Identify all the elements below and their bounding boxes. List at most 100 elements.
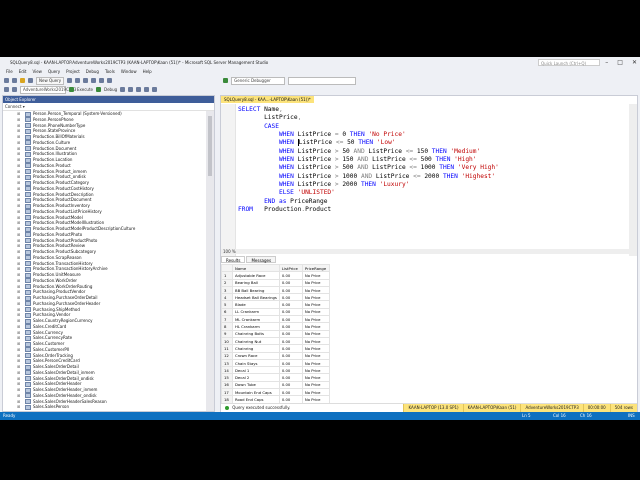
grid-cell[interactable]: Chainring Nut	[232, 336, 280, 346]
save-icon[interactable]	[28, 78, 33, 83]
menu-view[interactable]: View	[29, 68, 45, 76]
menu-window[interactable]: Window	[118, 68, 140, 76]
maximize-button[interactable]: □	[617, 57, 623, 68]
object-explorer-tree[interactable]: ⊞ Person.Person_Temporal (System-Versione…	[3, 111, 206, 411]
grid-cell[interactable]: No Price	[301, 380, 330, 390]
grid-cell[interactable]: Chainring	[232, 344, 280, 353]
grid-cell[interactable]: 0.00	[278, 293, 303, 302]
grid-cell[interactable]: 0.00	[278, 351, 303, 360]
grid-cell[interactable]: Decal 1	[232, 366, 280, 375]
execute-icon[interactable]	[69, 87, 74, 92]
grid-cell[interactable]: Blade	[232, 300, 280, 309]
menu-tools[interactable]: Tools	[102, 68, 118, 76]
grid-cell[interactable]: Decal 2	[232, 373, 280, 382]
comment-icon[interactable]	[144, 87, 150, 92]
sql-code[interactable]: SELECT Name, ListPrice, CASE WHEN ListPr…	[238, 106, 499, 214]
row-number[interactable]: 2	[221, 278, 233, 287]
grid-cell[interactable]: No Price	[301, 278, 330, 287]
grid-cell[interactable]: Crown Race	[232, 351, 280, 360]
table-row[interactable]: 3 BB Ball Bearing 0.00 No Price	[221, 285, 330, 295]
menu-query[interactable]: Query	[45, 68, 63, 76]
table-row[interactable]: 14 Decal 1 0.00 No Price	[221, 366, 330, 375]
table-row[interactable]: 12 Crown Race 0.00 No Price	[221, 351, 330, 360]
forward-icon[interactable]	[12, 78, 17, 83]
table-row[interactable]: 6 LL Crankarm 0.00 No Price	[221, 307, 330, 317]
quick-launch-input[interactable]: Quick Launch (Ctrl+Q)	[538, 59, 600, 66]
menu-debug[interactable]: Debug	[83, 68, 102, 76]
column-header-name[interactable]: Name	[232, 264, 280, 273]
grid-cell[interactable]: Bearing Ball	[232, 278, 280, 287]
undo-icon[interactable]	[99, 78, 105, 83]
table-row[interactable]: 1 Adjustable Race 0.00 No Price	[221, 271, 330, 280]
row-number[interactable]: 4	[221, 293, 233, 302]
row-number[interactable]: 14	[221, 366, 233, 375]
row-number[interactable]: 5	[221, 300, 233, 309]
row-number[interactable]: 18	[221, 395, 233, 403]
menu-project[interactable]: Project	[63, 68, 83, 76]
redo-icon[interactable]	[107, 78, 113, 83]
new-project-icon[interactable]	[20, 78, 25, 83]
grid-cell[interactable]: Mountain End Caps	[232, 388, 280, 397]
grid-cell[interactable]: No Price	[301, 322, 330, 331]
grid-cell[interactable]: 0.00	[278, 395, 303, 403]
sql-editor[interactable]: SELECT Name, ListPrice, CASE WHEN ListPr…	[221, 104, 637, 256]
grid-cell[interactable]: 0.00	[278, 373, 303, 382]
results-grid-icon[interactable]	[136, 87, 142, 92]
change-connection-icon[interactable]	[12, 87, 17, 92]
results-grid[interactable]: Name ListPrice PriceRange 1 Adjustable Ra…	[221, 264, 637, 403]
table-row[interactable]: 2 Bearing Ball 0.00 No Price	[221, 278, 330, 287]
search-combo[interactable]	[288, 76, 357, 85]
grid-cell[interactable]: No Price	[301, 315, 330, 324]
expand-icon[interactable]: ⊞	[17, 404, 20, 410]
parse-icon[interactable]	[128, 87, 134, 92]
grid-cell[interactable]: No Price	[301, 388, 330, 397]
paste-icon[interactable]	[91, 78, 97, 83]
debugger-select[interactable]: Generic Debugger	[231, 76, 286, 85]
grid-cell[interactable]: 0.00	[278, 358, 303, 368]
grid-cell[interactable]: No Price	[301, 366, 330, 375]
tab-messages[interactable]: Messages	[246, 256, 277, 263]
grid-cell[interactable]: LL Crankarm	[232, 307, 280, 317]
table-row[interactable]: 8 HL Crankarm 0.00 No Price	[221, 322, 330, 331]
grid-cell[interactable]: Road End Caps	[232, 395, 280, 403]
row-number[interactable]: 6	[221, 307, 233, 317]
grid-cell[interactable]: 0.00	[278, 307, 303, 317]
grid-cell[interactable]: No Price	[301, 351, 330, 360]
object-explorer-scrollbar[interactable]	[206, 111, 214, 411]
table-row[interactable]: 18 Road End Caps 0.00 No Price	[221, 395, 330, 403]
table-row[interactable]: 9 Chainring Bolts 0.00 No Price	[221, 329, 330, 338]
grid-cell[interactable]: No Price	[301, 373, 330, 382]
grid-cell[interactable]: HL Crankarm	[232, 322, 280, 331]
grid-cell[interactable]: No Price	[301, 358, 330, 368]
table-row[interactable]: 4 Headset Ball Bearings 0.00 No Price	[221, 293, 330, 302]
row-number[interactable]: 3	[221, 285, 233, 295]
grid-cell[interactable]: 0.00	[278, 300, 303, 309]
connect-dropdown[interactable]: Connect ▾	[5, 104, 25, 109]
table-row[interactable]: 17 Mountain End Caps 0.00 No Price	[221, 388, 330, 397]
new-query-button[interactable]: New Query	[36, 76, 65, 85]
grid-cell[interactable]: No Price	[301, 329, 330, 338]
grid-cell[interactable]: No Price	[301, 307, 330, 317]
menu-help[interactable]: Help	[140, 68, 155, 76]
grid-cell[interactable]: Headset Ball Bearings	[232, 293, 280, 302]
table-row[interactable]: 15 Decal 2 0.00 No Price	[221, 373, 330, 382]
indent-icon[interactable]	[152, 87, 158, 92]
tab-sqlquery8[interactable]: SQLQuery8.sql - KAA...-LAPTOP\Kaan (51))…	[221, 96, 314, 103]
copy-icon[interactable]	[83, 78, 89, 83]
connect-icon[interactable]	[4, 87, 9, 92]
menu-edit[interactable]: Edit	[16, 68, 30, 76]
row-number[interactable]: 17	[221, 388, 233, 397]
editor-vertical-scrollbar[interactable]	[629, 104, 637, 256]
grid-cell[interactable]: ML Crankarm	[232, 315, 280, 324]
row-number[interactable]: 13	[221, 358, 233, 368]
table-row[interactable]: 5 Blade 0.00 No Price	[221, 300, 330, 309]
tab-results[interactable]: Results	[221, 256, 246, 263]
grid-cell[interactable]: 0.00	[278, 380, 303, 390]
grid-cell[interactable]: 0.00	[278, 278, 303, 287]
grid-cell[interactable]: 0.00	[278, 285, 303, 295]
menu-file[interactable]: File	[3, 68, 16, 76]
table-row[interactable]: 13 Chain Stays 0.00 No Price	[221, 358, 330, 368]
grid-corner[interactable]	[221, 264, 233, 273]
grid-cell[interactable]: 0.00	[278, 336, 303, 346]
column-header-pricerange[interactable]: PriceRange	[301, 264, 330, 273]
